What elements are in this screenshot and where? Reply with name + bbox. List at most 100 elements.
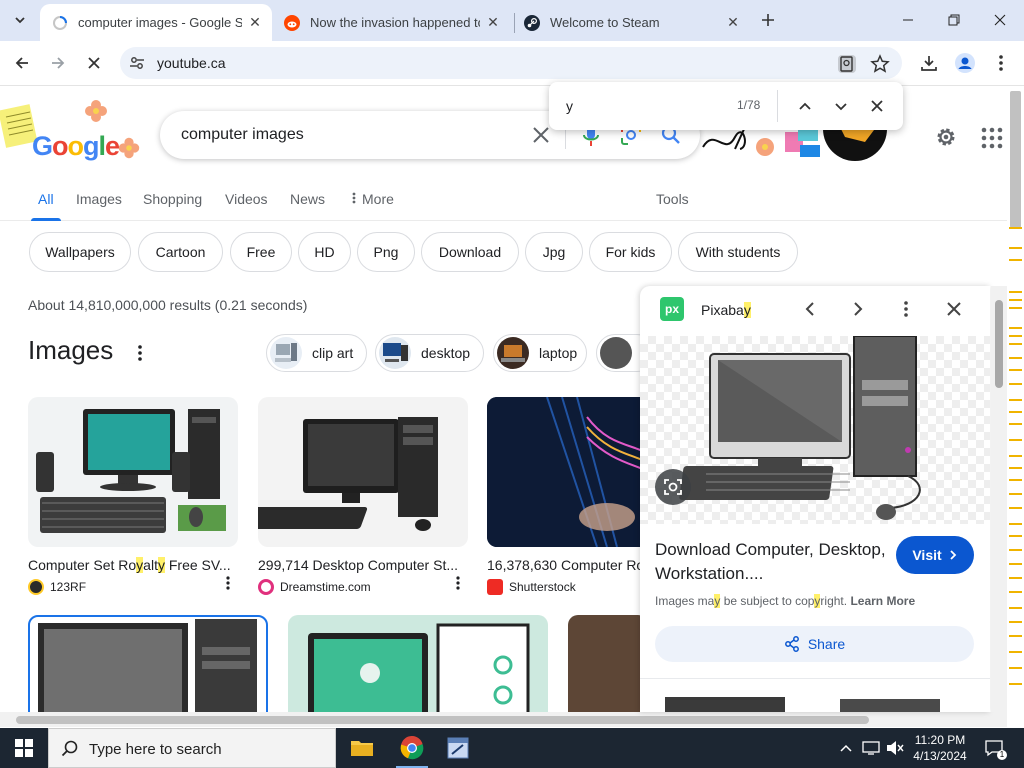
close-tab-icon[interactable]: ✕ xyxy=(484,14,502,32)
image-source[interactable]: Dreamstime.com xyxy=(258,579,468,595)
reddit-icon xyxy=(284,14,300,31)
chrome-taskbar-button[interactable] xyxy=(390,728,434,768)
tab-more[interactable]: More xyxy=(352,191,394,221)
related-image-thumbnail[interactable] xyxy=(820,691,970,712)
learn-more-link[interactable]: Learn More xyxy=(850,594,915,608)
preview-image[interactable] xyxy=(640,335,990,524)
site-info-icon[interactable] xyxy=(128,54,146,72)
tab-search-button[interactable] xyxy=(8,8,32,32)
stop-loading-button[interactable] xyxy=(83,52,105,74)
panel-scrollbar[interactable] xyxy=(991,286,1007,712)
visit-button[interactable]: Visit xyxy=(896,536,974,574)
app-taskbar-button[interactable] xyxy=(436,728,480,768)
chip-for-kids[interactable]: For kids xyxy=(589,232,672,272)
tab-steam[interactable]: Welcome to Steam ✕ xyxy=(512,4,750,41)
related-chip-clip-art[interactable]: clip art xyxy=(266,334,367,372)
image-result-card[interactable]: Computer Set Royalty Free SV... 123RF xyxy=(28,397,238,595)
image-thumbnail[interactable] xyxy=(28,397,238,547)
chip-download[interactable]: Download xyxy=(421,232,519,272)
image-thumbnail[interactable] xyxy=(258,397,468,547)
related-thumbnail xyxy=(270,337,302,369)
back-button[interactable] xyxy=(11,52,33,74)
chip-cartoon[interactable]: Cartoon xyxy=(138,232,223,272)
image-result-card[interactable] xyxy=(288,615,548,712)
close-icon[interactable] xyxy=(944,299,964,319)
show-hidden-icons-button[interactable] xyxy=(836,728,856,768)
scrollbar-thumb[interactable] xyxy=(16,716,869,724)
result-stats: About 14,810,000,000 results (0.21 secon… xyxy=(28,297,308,313)
image-result-card[interactable] xyxy=(568,615,648,712)
find-input[interactable]: y xyxy=(566,98,573,114)
image-result-card-selected[interactable] xyxy=(28,615,268,712)
image-source[interactable]: 123RF xyxy=(28,579,238,595)
visual-search-button[interactable] xyxy=(655,469,691,505)
chip-jpg[interactable]: Jpg xyxy=(525,232,583,272)
desktop-computer-image xyxy=(258,417,438,531)
chip-free[interactable]: Free xyxy=(230,232,292,272)
image-result-card[interactable]: 299,714 Desktop Computer St... Dreamstim… xyxy=(258,397,468,595)
find-close-icon[interactable] xyxy=(867,96,887,116)
restore-button[interactable] xyxy=(944,10,964,30)
chrome-menu-button[interactable] xyxy=(990,52,1012,74)
tab-videos[interactable]: Videos xyxy=(225,191,268,221)
related-chip-desktop[interactable]: desktop xyxy=(375,334,484,372)
downloads-button[interactable] xyxy=(918,52,940,74)
chip-png[interactable]: Png xyxy=(357,232,415,272)
new-tab-icon[interactable] xyxy=(758,10,778,30)
related-thumbnail xyxy=(497,337,529,369)
share-button[interactable]: Share xyxy=(655,626,974,662)
address-bar[interactable]: youtube.ca xyxy=(120,47,902,79)
find-next-icon[interactable] xyxy=(831,96,851,116)
kebab-menu-icon[interactable] xyxy=(896,299,916,319)
tab-news[interactable]: News xyxy=(290,191,325,221)
related-chip-laptop[interactable]: laptop xyxy=(493,334,587,372)
find-previous-icon[interactable] xyxy=(795,96,815,116)
next-image-icon[interactable] xyxy=(848,299,868,319)
google-lens-icon[interactable] xyxy=(836,53,858,75)
horizontal-scrollbar[interactable] xyxy=(0,712,1007,727)
scrollbar-thumb[interactable] xyxy=(1010,91,1021,228)
forward-button[interactable] xyxy=(47,52,69,74)
chip-with-students[interactable]: With students xyxy=(678,232,798,272)
bookmark-star-icon[interactable] xyxy=(869,53,891,75)
kebab-menu-icon[interactable] xyxy=(452,575,464,591)
search-input[interactable]: computer images xyxy=(181,126,304,144)
minimize-button[interactable] xyxy=(898,10,918,30)
settings-gear-icon[interactable] xyxy=(934,125,958,149)
tools-button[interactable]: Tools xyxy=(656,191,689,221)
clear-search-icon[interactable] xyxy=(530,124,552,146)
previous-image-icon[interactable] xyxy=(800,299,820,319)
tab-all[interactable]: All xyxy=(31,191,60,221)
notifications-button[interactable]: 1 xyxy=(982,728,1007,768)
tab-reddit[interactable]: Now the invasion happened to ✕ xyxy=(272,4,510,41)
tab-images[interactable]: Images xyxy=(76,191,122,221)
close-tab-icon[interactable]: ✕ xyxy=(724,14,742,32)
scrollbar-thumb[interactable] xyxy=(995,300,1003,388)
find-match-markers xyxy=(1009,227,1022,685)
close-tab-icon[interactable]: ✕ xyxy=(246,14,264,32)
preview-title[interactable]: Download Computer, Desktop, Workstation.… xyxy=(655,538,895,586)
system-clock[interactable]: 11:20 PM 4/13/2024 xyxy=(900,732,980,764)
file-explorer-button[interactable] xyxy=(340,728,384,768)
network-button[interactable] xyxy=(860,728,882,768)
google-apps-icon[interactable] xyxy=(981,127,1003,149)
profile-button[interactable] xyxy=(954,52,976,74)
start-button[interactable] xyxy=(0,728,48,768)
close-window-button[interactable] xyxy=(990,10,1010,30)
close-icon xyxy=(88,57,100,69)
image-result-title[interactable]: 299,714 Desktop Computer St... xyxy=(258,557,468,573)
google-doodle[interactable]: Google xyxy=(0,97,150,167)
tab-shopping[interactable]: Shopping xyxy=(143,191,202,221)
chip-wallpapers[interactable]: Wallpapers xyxy=(29,232,131,272)
kebab-menu-icon[interactable] xyxy=(132,343,148,363)
taskbar-search-box[interactable]: Type here to search xyxy=(48,728,336,768)
chip-hd[interactable]: HD xyxy=(298,232,351,272)
kebab-menu-icon[interactable] xyxy=(222,575,234,591)
related-image-thumbnail[interactable] xyxy=(655,691,805,712)
page-scrollbar[interactable] xyxy=(1007,87,1024,712)
tab-google-search[interactable]: computer images - Google Sea ✕ xyxy=(40,4,272,41)
browser-toolbar: youtube.ca xyxy=(0,41,1024,86)
image-result-title[interactable]: Computer Set Royalty Free SV... xyxy=(28,557,238,573)
find-in-page-bar: y 1/78 xyxy=(549,82,903,130)
preview-site-name[interactable]: Pixabay xyxy=(701,302,751,318)
